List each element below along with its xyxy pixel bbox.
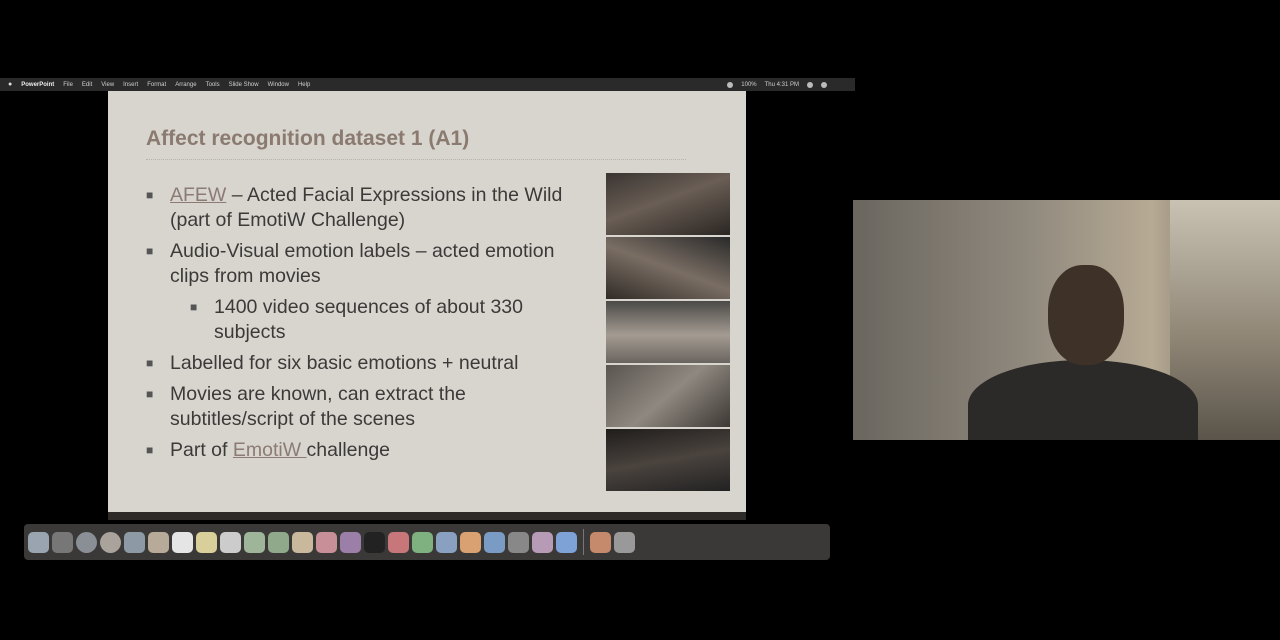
menu-insert[interactable]: Insert xyxy=(123,82,138,88)
clock[interactable]: Thu 4:31 PM xyxy=(765,82,799,88)
dock xyxy=(24,524,830,560)
notes-icon[interactable] xyxy=(196,531,217,553)
photos-icon[interactable] xyxy=(292,531,313,553)
bullet-afew: ■ AFEW – Acted Facial Expressions in the… xyxy=(146,183,576,233)
bullet-audio-visual: ■ Audio-Visual emotion labels – acted em… xyxy=(146,239,576,289)
slide: Affect recognition dataset 1 (A1) ■ AFEW… xyxy=(108,91,746,512)
powerpoint-icon[interactable] xyxy=(590,531,611,553)
battery-level[interactable]: 100% xyxy=(741,82,756,88)
bullet-text: Labelled for six basic emotions + neutra… xyxy=(170,352,519,374)
pages-icon[interactable] xyxy=(460,531,481,553)
slide-bottom-strip xyxy=(108,512,746,520)
movie-still-image xyxy=(606,173,730,235)
bullet-labels: ■ Labelled for six basic emotions + neut… xyxy=(146,351,576,376)
bullet-emotiw: ■ Part of EmotiW challenge xyxy=(146,438,576,463)
music-icon[interactable] xyxy=(316,531,337,553)
movie-still-image xyxy=(606,365,730,427)
calendar-icon[interactable] xyxy=(172,531,193,553)
bullet-icon: ■ xyxy=(146,188,154,202)
bullet-text: 1400 video sequences of about 330 subjec… xyxy=(214,296,524,343)
sub-bullet-sequences: ■ 1400 video sequences of about 330 subj… xyxy=(146,295,576,345)
finder-icon[interactable] xyxy=(28,531,49,553)
bullet-list: ■ AFEW – Acted Facial Expressions in the… xyxy=(146,183,576,469)
movie-still-image xyxy=(606,237,730,299)
person-head xyxy=(1048,265,1124,365)
zoom-icon[interactable] xyxy=(556,531,577,553)
bullet-icon: ■ xyxy=(146,443,154,457)
tv-icon[interactable] xyxy=(364,531,385,553)
contacts-icon[interactable] xyxy=(148,531,169,553)
safari-icon[interactable] xyxy=(76,531,97,553)
numbers-icon[interactable] xyxy=(412,531,433,553)
menu-tools[interactable]: Tools xyxy=(206,82,220,88)
movie-stills xyxy=(606,173,730,493)
messages-icon[interactable] xyxy=(244,531,265,553)
app-store-icon[interactable] xyxy=(484,531,505,553)
menu-arrange[interactable]: Arrange xyxy=(175,82,196,88)
system-preferences-icon[interactable] xyxy=(508,531,529,553)
trash-icon[interactable] xyxy=(614,531,635,553)
bullet-text: Part of xyxy=(170,439,233,461)
movie-still-image xyxy=(606,301,730,363)
person-body xyxy=(968,360,1198,440)
bullet-icon: ■ xyxy=(146,356,154,370)
launchpad-icon[interactable] xyxy=(52,531,73,553)
afew-link[interactable]: AFEW xyxy=(170,184,226,206)
bullet-text: Audio-Visual emotion labels – acted emot… xyxy=(170,240,555,287)
chrome-icon[interactable] xyxy=(100,531,121,553)
slack-icon[interactable] xyxy=(532,531,553,553)
bullet-movies: ■ Movies are known, can extract the subt… xyxy=(146,382,576,432)
bullet-icon: ■ xyxy=(146,387,154,401)
menu-bar: ● PowerPoint File Edit View Insert Forma… xyxy=(0,78,855,91)
control-center-icon[interactable] xyxy=(821,81,827,88)
menu-help[interactable]: Help xyxy=(298,82,310,88)
bullet-text: – Acted Facial Expressions in the Wild (… xyxy=(170,184,563,231)
movie-still-image xyxy=(606,429,730,491)
menu-edit[interactable]: Edit xyxy=(82,82,92,88)
menu-slide-show[interactable]: Slide Show xyxy=(229,82,259,88)
dock-separator xyxy=(583,529,584,555)
menu-view[interactable]: View xyxy=(101,82,114,88)
bullet-icon: ■ xyxy=(146,244,154,258)
podcasts-icon[interactable] xyxy=(340,531,361,553)
menu-file[interactable]: File xyxy=(63,82,73,88)
apple-icon[interactable]: ● xyxy=(8,81,12,88)
search-icon[interactable] xyxy=(807,81,813,88)
menu-window[interactable]: Window xyxy=(268,82,289,88)
menu-format[interactable]: Format xyxy=(147,82,166,88)
bullet-text: Movies are known, can extract the subtit… xyxy=(170,383,466,430)
reminders-icon[interactable] xyxy=(220,531,241,553)
slide-title: Affect recognition dataset 1 (A1) xyxy=(146,127,470,150)
menu-app-name[interactable]: PowerPoint xyxy=(21,82,54,88)
mail-icon[interactable] xyxy=(124,531,145,553)
keynote-icon[interactable] xyxy=(436,531,457,553)
bullet-icon: ■ xyxy=(190,300,198,314)
news-icon[interactable] xyxy=(388,531,409,553)
webcam-video xyxy=(853,200,1280,440)
wifi-icon[interactable] xyxy=(727,81,734,88)
title-divider xyxy=(146,159,686,160)
emotiw-link[interactable]: EmotiW xyxy=(233,439,307,461)
status-area: 100% Thu 4:31 PM xyxy=(727,81,855,88)
facetime-icon[interactable] xyxy=(268,531,289,553)
bullet-text: challenge xyxy=(306,439,391,461)
